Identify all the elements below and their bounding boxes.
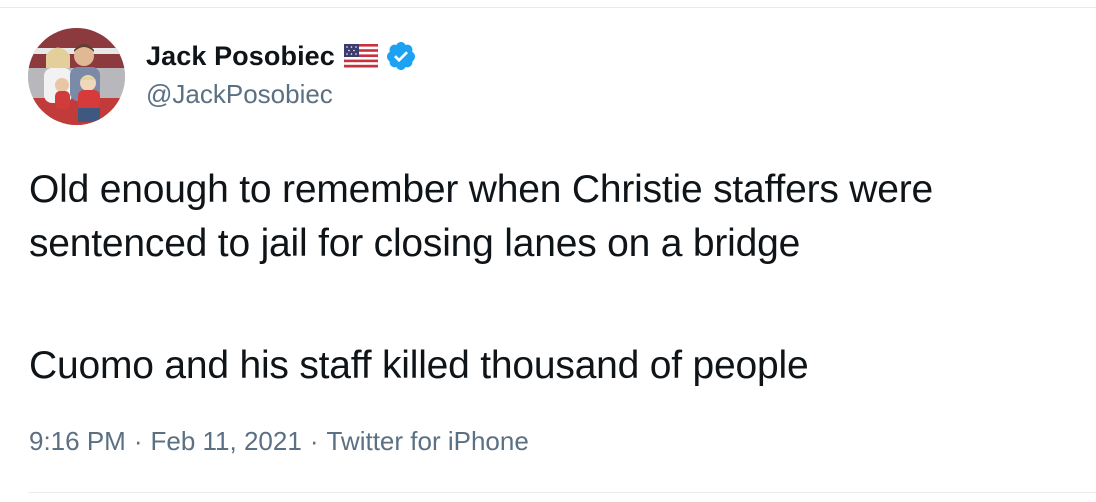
display-name[interactable]: Jack Posobiec: [146, 41, 335, 72]
tweet-text-line: sentenced to jail for closing lanes on a…: [29, 222, 801, 265]
meta-separator: ·: [133, 426, 143, 456]
tweet-text-line: Cuomo and his staff killed thousand of p…: [29, 344, 809, 387]
tweet-text: Old enough to remember when Christie sta…: [29, 163, 1079, 393]
tweet-date[interactable]: Feb 11, 2021: [151, 426, 302, 457]
avatar-photo: [28, 28, 125, 125]
meta-separator: ·: [309, 426, 319, 456]
tweet: Jack Posobiec @JackPosobiec Old enough t…: [0, 0, 1096, 502]
avatar[interactable]: [28, 28, 125, 125]
tweet-meta: 9:16 PM · Feb 11, 2021 · Twitter for iPh…: [29, 426, 529, 457]
tweet-source[interactable]: Twitter for iPhone: [326, 426, 528, 457]
bottom-divider: [28, 492, 1096, 493]
name-row: Jack Posobiec: [146, 38, 417, 74]
user-handle[interactable]: @JackPosobiec: [146, 79, 417, 110]
us-flag-icon: [343, 44, 378, 68]
tweet-time[interactable]: 9:16 PM: [29, 426, 126, 457]
verified-badge-icon: [385, 40, 417, 72]
tweet-text-line: Old enough to remember when Christie sta…: [29, 168, 934, 211]
tweet-header: Jack Posobiec @JackPosobiec: [146, 38, 417, 128]
